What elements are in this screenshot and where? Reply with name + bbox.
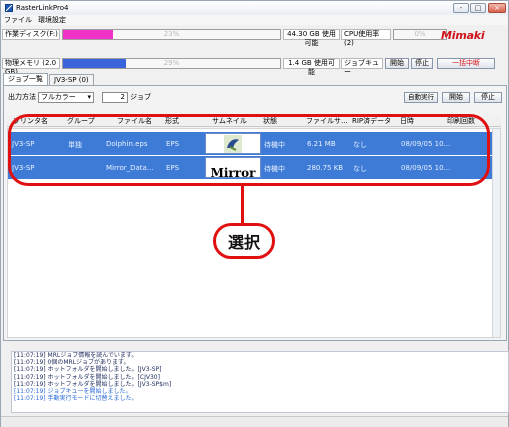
chevron-down-icon: ▾ xyxy=(87,92,91,101)
window-title: RasterLinkPro4 xyxy=(16,4,69,12)
title-bar: RasterLinkPro4 - □ × xyxy=(1,1,508,15)
job-toolbar: 出力方法 フルカラー ▾ 2 ジョブ 自動実行 開始 停止 xyxy=(4,86,506,108)
app-window: RasterLinkPro4 - □ × ファイル 環境設定 作業ディスク(F:… xyxy=(0,0,509,427)
disk-usage-bar: 23% xyxy=(62,29,281,40)
memory-usage-bar: 29% xyxy=(62,58,281,69)
mimaki-logo: Mimaki xyxy=(441,29,485,42)
cpu-label: CPU使用率 (2) xyxy=(341,29,391,47)
menu-bar: ファイル 環境設定 xyxy=(1,15,508,25)
tab-bar: ジョブ一覧 JV3-SP (0) xyxy=(1,73,508,85)
auto-run-label: 自動実行 xyxy=(404,91,438,103)
tab-printer-jv3-sp[interactable]: JV3-SP (0) xyxy=(49,74,94,85)
close-button[interactable]: × xyxy=(488,3,506,13)
memory-usage-percent: 29% xyxy=(163,59,180,67)
tab-job-list[interactable]: ジョブ一覧 xyxy=(3,73,48,85)
status-bar xyxy=(1,416,508,427)
menu-settings[interactable]: 環境設定 xyxy=(38,15,66,25)
cpu-usage-percent: 0% xyxy=(414,30,426,38)
table-scrollbar[interactable] xyxy=(492,129,500,337)
disk-usage-percent: 23% xyxy=(163,30,180,38)
memory-usage-row: 物理メモリ (2.0 GB) 29% 1.4 GB 使用可能 ジョブキュー 開始… xyxy=(1,57,508,76)
output-method-label: 出力方法 xyxy=(8,93,36,101)
queue-label: ジョブキュー xyxy=(341,58,383,76)
queue-start-button[interactable]: 開始 xyxy=(385,58,409,69)
job-count-field: 2 xyxy=(102,91,128,103)
memory-available: 1.4 GB 使用可能 xyxy=(283,58,340,76)
disk-available: 44.30 GB 使用可能 xyxy=(283,29,340,47)
queue-stop-button[interactable]: 停止 xyxy=(411,58,433,69)
menu-file[interactable]: ファイル xyxy=(4,15,32,25)
job-stop-button[interactable]: 停止 xyxy=(474,91,502,103)
maximize-button[interactable]: □ xyxy=(470,3,486,13)
disk-label: 作業ディスク(F:) xyxy=(2,29,60,40)
select-callout: 選択 xyxy=(213,223,275,259)
log-line: [11:07:19] ホットフォルダを開始しました。[CJV30] xyxy=(14,373,160,381)
output-method-select[interactable]: フルカラー ▾ xyxy=(38,91,94,103)
minimize-button[interactable]: - xyxy=(453,3,469,13)
callout-connector xyxy=(241,185,244,225)
selection-highlight-outline xyxy=(8,114,490,186)
abort-all-button[interactable]: 一括中断 xyxy=(437,58,495,69)
output-method-value: フルカラー xyxy=(41,92,76,101)
app-icon xyxy=(5,4,13,12)
cpu-usage-bar: 0% xyxy=(393,29,447,40)
log-line: [11:07:19] ホットフォルダを開始しました。[JV3-SP] xyxy=(14,366,162,374)
memory-label: 物理メモリ (2.0 GB) xyxy=(2,58,60,76)
log-line: [11:07:19] ホットフォルダを開始しました。[JV3-SP$m] xyxy=(14,380,172,388)
log-line: [11:07:19] 手動実行モードに切替えました。 xyxy=(14,395,138,403)
job-count-unit: ジョブ xyxy=(130,93,151,101)
job-start-button[interactable]: 開始 xyxy=(442,91,470,103)
log-panel: [11:07:19] MRLジョブ情報を読んでいます。 [11:07:19] 0… xyxy=(11,351,509,413)
disk-usage-row: 作業ディスク(F:) 23% 44.30 GB 使用可能 CPU使用率 (2) … xyxy=(1,28,508,47)
